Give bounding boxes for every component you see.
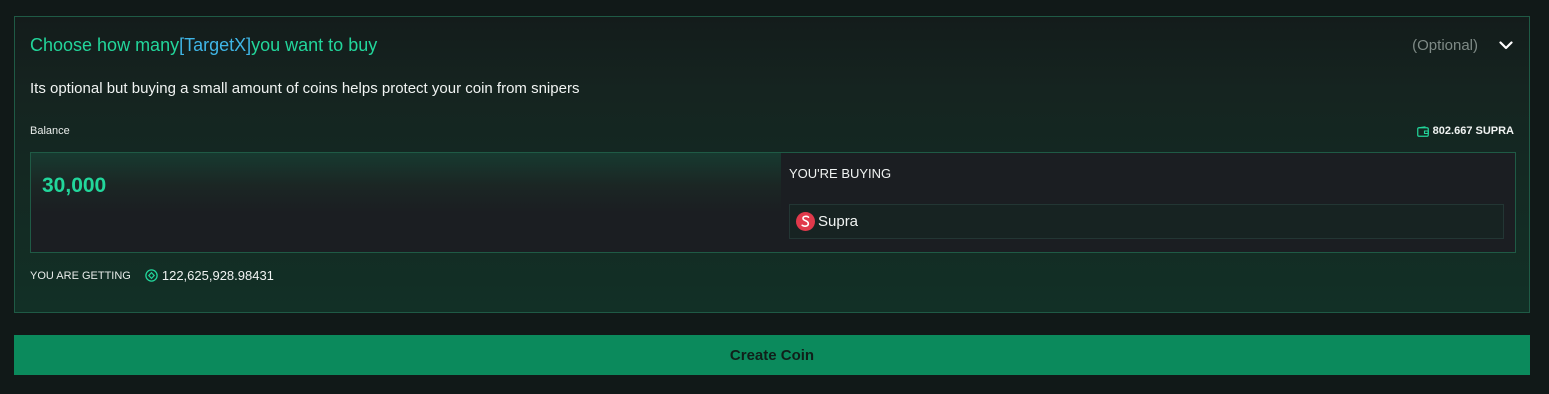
getting-value-group: 122,625,928.98431 [145, 268, 274, 283]
buy-section-panel: Choose how many[TargetX]you want to buy … [14, 16, 1530, 313]
balance-value: 802.667 SUPRA [1432, 125, 1514, 137]
amount-input[interactable]: 30,000 [42, 174, 106, 198]
supra-logo-icon [796, 212, 815, 231]
getting-value: 122,625,928.98431 [161, 268, 274, 283]
wallet-icon [1416, 125, 1429, 137]
section-title: Choose how many[TargetX]you want to buy [30, 35, 377, 56]
getting-label: YOU ARE GETTING [30, 269, 131, 282]
balance-row: Balance 802.667 SUPRA [30, 125, 1514, 137]
buy-amount-box: 30,000 YOU'RE BUYING Supra [30, 152, 1516, 253]
create-coin-button[interactable]: Create Coin [14, 335, 1530, 375]
token-icon [145, 269, 158, 282]
buying-label: YOU'RE BUYING [789, 166, 892, 181]
title-token: [TargetX] [179, 34, 252, 55]
input-glow [31, 153, 781, 213]
coin-selector[interactable]: Supra [789, 204, 1504, 239]
section-description: Its optional but buying a small amount o… [30, 80, 580, 97]
section-header[interactable]: Choose how many[TargetX]you want to buy … [30, 33, 1514, 57]
balance-value-group: 802.667 SUPRA [1416, 125, 1514, 137]
optional-label: (Optional) [1412, 36, 1478, 54]
getting-row: YOU ARE GETTING 122,625,928.98431 [30, 268, 274, 283]
chevron-down-icon[interactable] [1498, 37, 1514, 53]
title-suffix: you want to buy [251, 34, 378, 55]
coin-name: Supra [818, 213, 859, 230]
title-prefix: Choose how many [30, 34, 180, 55]
balance-label: Balance [30, 125, 70, 137]
